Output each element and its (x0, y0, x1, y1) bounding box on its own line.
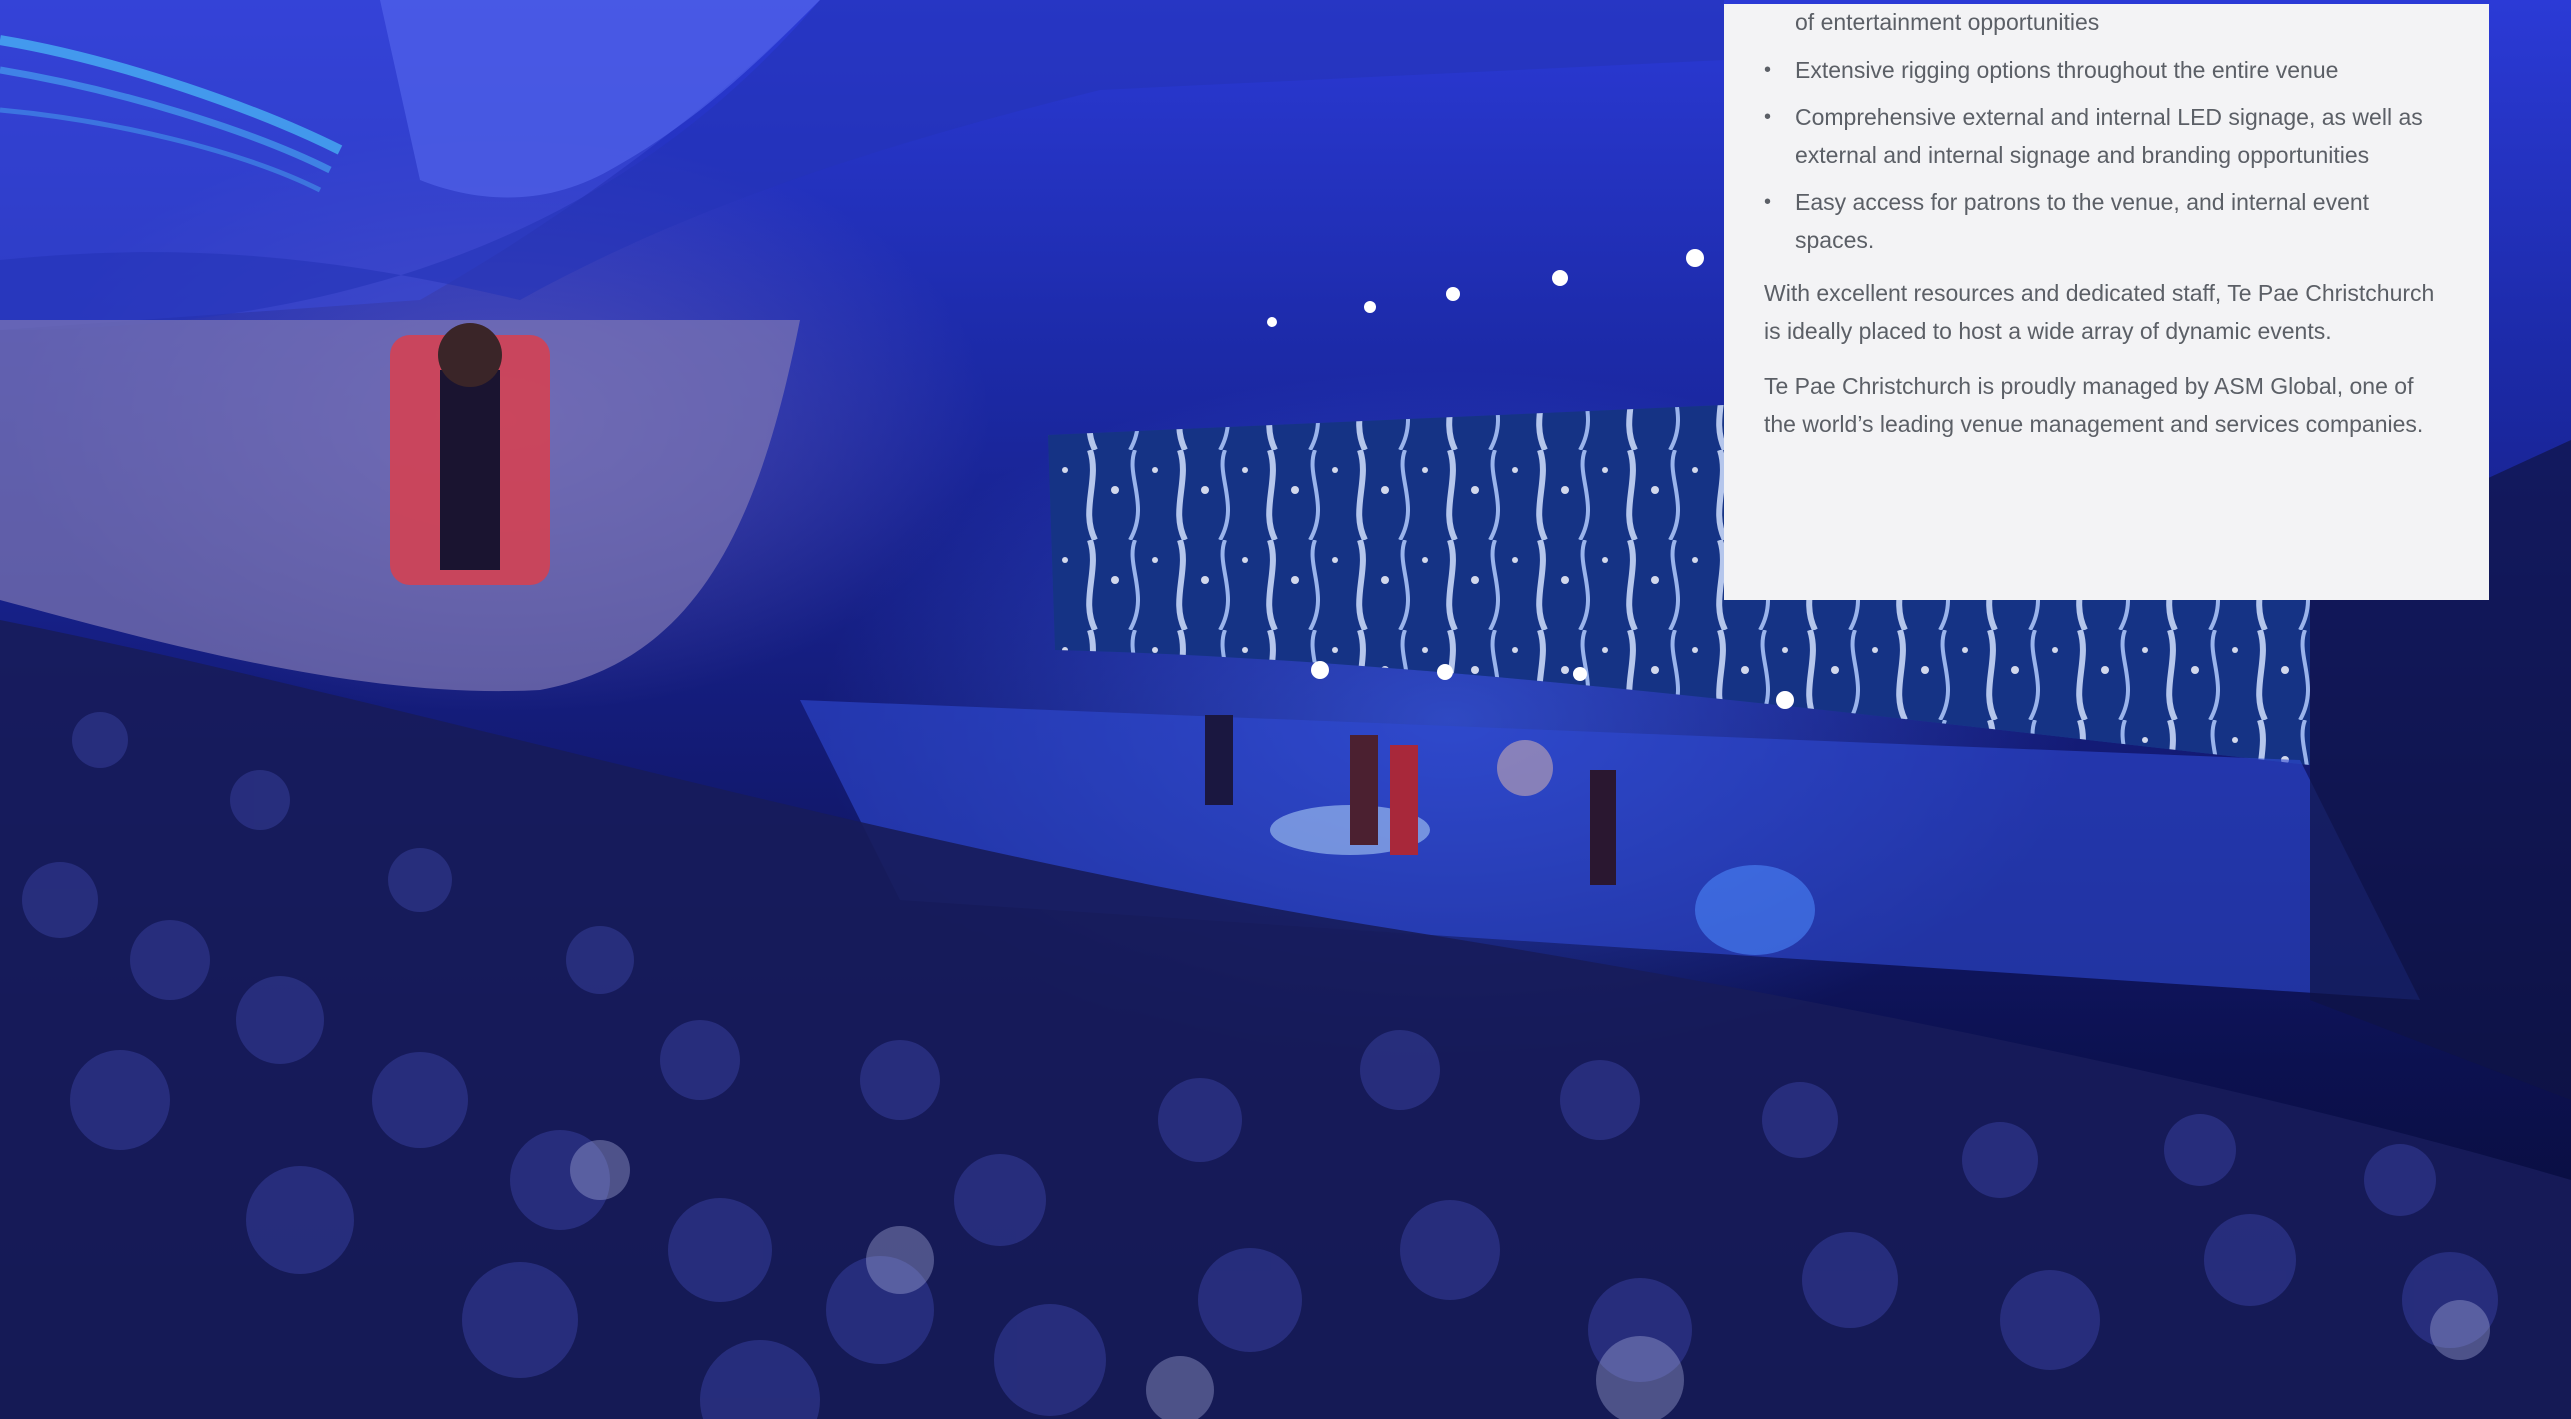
bullet-icon: • (1764, 58, 1772, 81)
list-item-text: of entertainment opportunities (1795, 9, 2100, 35)
paragraph-management: Te Pae Christchurch is proudly managed b… (1764, 373, 2424, 437)
list-item-text: Comprehensive external and internal LED … (1795, 104, 2423, 168)
paragraph-resources: With excellent resources and dedicated s… (1764, 280, 2435, 344)
info-text-panel: of entertainment opportunities • Extensi… (1724, 4, 2489, 600)
list-item-text: Extensive rigging options throughout the… (1795, 56, 2339, 83)
bullet-icon: • (1764, 106, 1772, 128)
list-item: • Easy access for patrons to the venue, … (1764, 184, 2449, 259)
list-item-text: Easy access for patrons to the venue, an… (1795, 189, 2370, 253)
list-item: • Comprehensive external and internal LE… (1764, 99, 2449, 174)
features-list: of entertainment opportunities • Extensi… (1764, 4, 2449, 259)
brochure-page: of entertainment opportunities • Extensi… (0, 0, 2571, 1419)
list-item: • Extensive rigging options throughout t… (1764, 52, 2449, 90)
list-item: of entertainment opportunities (1764, 4, 2449, 42)
bullet-icon: • (1764, 191, 1772, 213)
